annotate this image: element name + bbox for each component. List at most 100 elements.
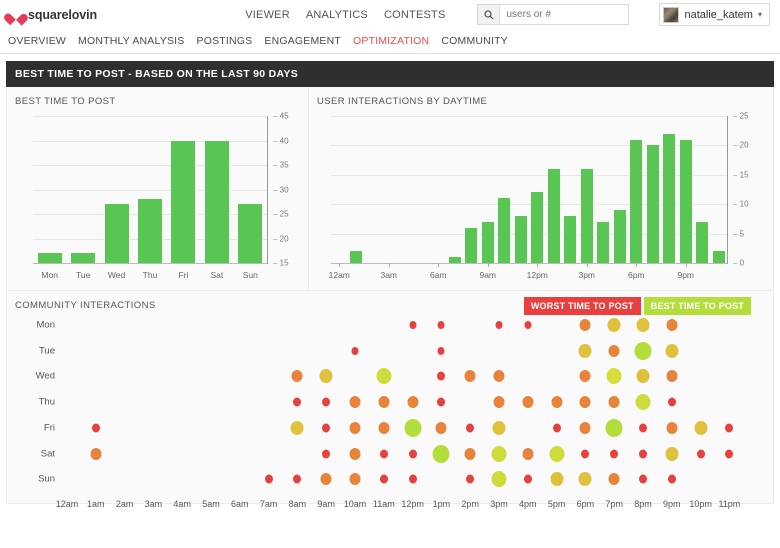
heatmap-dot[interactable] [492, 471, 507, 487]
heatmap-dot[interactable] [637, 318, 650, 332]
heatmap-dot[interactable] [350, 396, 361, 408]
heatmap-dot[interactable] [465, 448, 476, 460]
heatmap-dot[interactable] [608, 318, 621, 332]
heatmap-dot[interactable] [376, 368, 391, 384]
heatmap-dot[interactable] [494, 396, 505, 408]
heatmap-dot[interactable] [322, 398, 330, 407]
heatmap-dot[interactable] [637, 369, 650, 383]
heatmap-dot[interactable] [265, 475, 273, 484]
heatmap-dot[interactable] [92, 423, 100, 432]
heatmap-dot[interactable] [321, 473, 332, 485]
heatmap-dot[interactable] [465, 370, 476, 382]
heatmap-dot[interactable] [492, 446, 507, 462]
heatmap-dot[interactable] [635, 342, 652, 360]
heatmap-dot[interactable] [609, 473, 620, 485]
heatmap-dot[interactable] [438, 347, 445, 355]
heatmap-dot[interactable] [380, 449, 388, 458]
heatmap-dot[interactable] [291, 421, 304, 435]
heatmap-dot[interactable] [694, 421, 707, 435]
heatmap-dot[interactable] [438, 321, 445, 329]
x-axis-tick [339, 263, 340, 267]
heatmap-dot[interactable] [549, 446, 564, 462]
heatmap-dot[interactable] [725, 449, 733, 458]
topnav-item-analytics[interactable]: ANALYTICS [306, 9, 368, 21]
heatmap-dot[interactable] [639, 449, 647, 458]
tab-overview[interactable]: OVERVIEW [8, 35, 66, 47]
topnav-item-viewer[interactable]: VIEWER [245, 9, 290, 21]
heatmap-dot[interactable] [665, 344, 678, 358]
heatmap-dot[interactable] [666, 422, 677, 434]
tab-community[interactable]: COMMUNITY [441, 35, 508, 47]
heatmap-dot[interactable] [466, 475, 474, 484]
heatmap-dot[interactable] [697, 449, 705, 458]
heatmap-dot[interactable] [524, 321, 531, 329]
heatmap-dot[interactable] [322, 423, 330, 432]
heatmap-dot[interactable] [579, 344, 592, 358]
heatmap-dot[interactable] [668, 475, 676, 484]
heatmap-dot[interactable] [639, 475, 647, 484]
heatmap-dot[interactable] [409, 321, 416, 329]
tab-engagement[interactable]: ENGAGEMENT [264, 35, 341, 47]
brand-logo[interactable]: squarelovin [8, 8, 97, 22]
y-axis-tick: – 10 [733, 200, 749, 209]
user-menu[interactable]: natalie_katem ▾ [659, 3, 770, 26]
x-axis-label: Sun [243, 270, 258, 280]
heatmap-dot[interactable] [380, 475, 388, 484]
heatmap-dot[interactable] [551, 396, 562, 408]
heatmap-dot[interactable] [580, 370, 591, 382]
tab-postings[interactable]: POSTINGS [197, 35, 253, 47]
heatmap-dot[interactable] [404, 419, 421, 437]
heatmap-dot[interactable] [606, 419, 623, 437]
search-input[interactable] [500, 5, 626, 24]
heatmap-dot[interactable] [378, 422, 389, 434]
heatmap-dot[interactable] [293, 398, 301, 407]
heatmap-dot[interactable] [322, 449, 330, 458]
heatmap-dot[interactable] [666, 370, 677, 382]
heatmap-dot[interactable] [409, 449, 417, 458]
heatmap-dot[interactable] [609, 345, 620, 357]
heatmap-dot[interactable] [436, 422, 447, 434]
heatmap-dot[interactable] [609, 396, 620, 408]
heatmap-dot[interactable] [409, 475, 417, 484]
heatmap-dot[interactable] [522, 396, 533, 408]
heatmap-dot[interactable] [320, 369, 333, 383]
heatmap-dot[interactable] [580, 319, 591, 331]
topnav-item-contests[interactable]: CONTESTS [384, 9, 446, 21]
tab-monthly-analysis[interactable]: MONTHLY ANALYSIS [78, 35, 184, 47]
x-axis-tick [686, 263, 687, 267]
heatmap-dot[interactable] [496, 321, 503, 329]
heatmap-dot[interactable] [493, 421, 506, 435]
heatmap-dot[interactable] [636, 394, 651, 410]
heatmap-dot[interactable] [668, 398, 676, 407]
heatmap-dot[interactable] [378, 396, 389, 408]
heatmap-dot[interactable] [352, 347, 359, 355]
heatmap-dot[interactable] [437, 398, 445, 407]
heatmap-dot[interactable] [350, 448, 361, 460]
heatmap-dot[interactable] [350, 422, 361, 434]
heatmap-dot[interactable] [90, 448, 101, 460]
heatmap-dot[interactable] [350, 473, 361, 485]
heatmap-dot[interactable] [437, 372, 445, 381]
heatmap-dot[interactable] [407, 396, 418, 408]
heatmap-dot[interactable] [292, 370, 303, 382]
heatmap-dot[interactable] [293, 475, 301, 484]
heatmap-dot[interactable] [522, 448, 533, 460]
heatmap-dot[interactable] [581, 449, 589, 458]
search-icon[interactable] [478, 5, 500, 24]
heatmap-dot[interactable] [610, 449, 618, 458]
heatmap-dot[interactable] [639, 423, 647, 432]
heatmap-dot[interactable] [494, 370, 505, 382]
heatmap-dot[interactable] [665, 447, 678, 461]
heatmap-dot[interactable] [580, 422, 591, 434]
heatmap-dot[interactable] [553, 423, 561, 432]
heatmap-dot[interactable] [725, 423, 733, 432]
heatmap-dot[interactable] [666, 319, 677, 331]
heatmap-dot[interactable] [433, 445, 450, 463]
heatmap-dot[interactable] [550, 472, 563, 486]
tab-optimization[interactable]: OPTIMIZATION [353, 35, 429, 47]
heatmap-dot[interactable] [466, 423, 474, 432]
heatmap-dot[interactable] [524, 475, 532, 484]
heatmap-dot[interactable] [607, 368, 622, 384]
heatmap-dot[interactable] [580, 396, 591, 408]
heatmap-dot[interactable] [579, 472, 592, 486]
